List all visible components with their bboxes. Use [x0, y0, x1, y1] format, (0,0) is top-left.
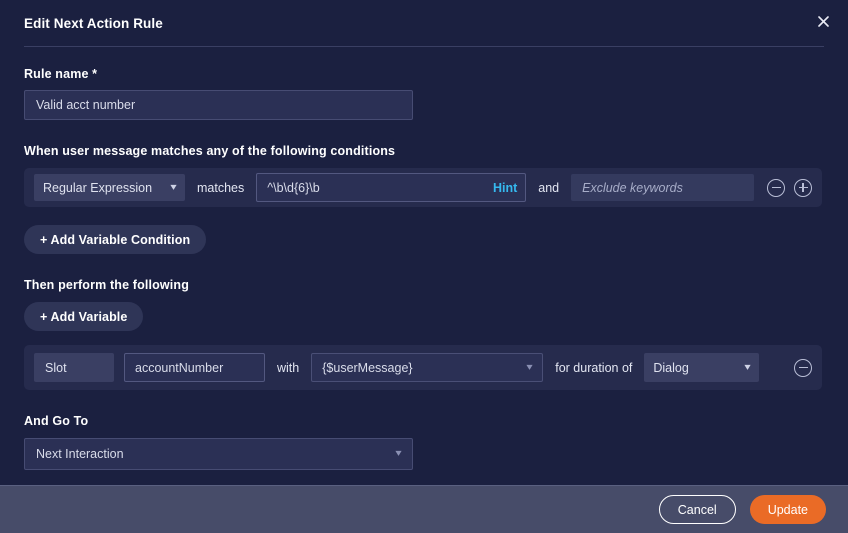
chevron-down-icon: ▾: [744, 361, 752, 373]
goto-value: Next Interaction: [36, 447, 124, 461]
condition-pattern-input[interactable]: [256, 173, 527, 202]
dialog-title: Edit Next Action Rule: [24, 15, 163, 31]
dialog-footer: Cancel Update: [0, 485, 848, 533]
goto-label: And Go To: [24, 414, 89, 428]
plus-circle-icon[interactable]: [794, 178, 812, 197]
condition-type-value: Regular Expression: [43, 180, 153, 195]
rule-name-input[interactable]: [24, 90, 413, 120]
minus-circle-icon[interactable]: [767, 178, 785, 197]
action-value-text: {$userMessage}: [322, 360, 413, 375]
rule-name-label: Rule name *: [24, 67, 98, 81]
action-row: Slot with {$userMessage} ▾ for duration …: [24, 345, 822, 390]
condition-type-select[interactable]: Regular Expression ▾: [34, 174, 185, 201]
dialog-header: Edit Next Action Rule: [0, 0, 848, 46]
cancel-button[interactable]: Cancel: [658, 495, 736, 524]
chevron-down-icon: ▾: [170, 181, 177, 193]
conditions-heading: When user message matches any of the fol…: [24, 144, 396, 158]
close-icon[interactable]: [810, 8, 836, 34]
chevron-down-icon: ▾: [395, 448, 402, 459]
condition-operator-label: matches: [197, 180, 245, 195]
add-variable-condition-button[interactable]: + Add Variable Condition: [24, 225, 207, 254]
action-duration-label: for duration of: [555, 360, 633, 375]
update-button[interactable]: Update: [749, 495, 826, 524]
goto-select[interactable]: Next Interaction ▾: [24, 438, 413, 470]
condition-conjunction-label: and: [538, 180, 560, 195]
action-with-label: with: [277, 360, 300, 375]
action-value-select[interactable]: {$userMessage} ▾: [311, 353, 544, 382]
action-duration-value: Dialog: [653, 360, 689, 375]
minus-circle-icon[interactable]: [794, 358, 812, 377]
actions-heading: Then perform the following: [24, 278, 190, 292]
add-variable-button[interactable]: + Add Variable: [24, 302, 144, 331]
edit-next-action-rule-dialog: Edit Next Action Rule Rule name * When u…: [0, 0, 848, 533]
pattern-hint-link[interactable]: Hint: [493, 181, 517, 195]
action-variable-name-input[interactable]: [124, 353, 265, 382]
condition-row: Regular Expression ▾ matches Hint and: [24, 168, 822, 207]
exclude-keywords-input[interactable]: [571, 174, 755, 201]
condition-pattern-field: Hint: [256, 173, 527, 202]
action-target-type[interactable]: Slot: [34, 353, 114, 382]
dialog-body: Rule name * When user message matches an…: [0, 47, 848, 485]
action-duration-select[interactable]: Dialog ▾: [644, 353, 760, 382]
chevron-down-icon: ▾: [526, 361, 533, 373]
